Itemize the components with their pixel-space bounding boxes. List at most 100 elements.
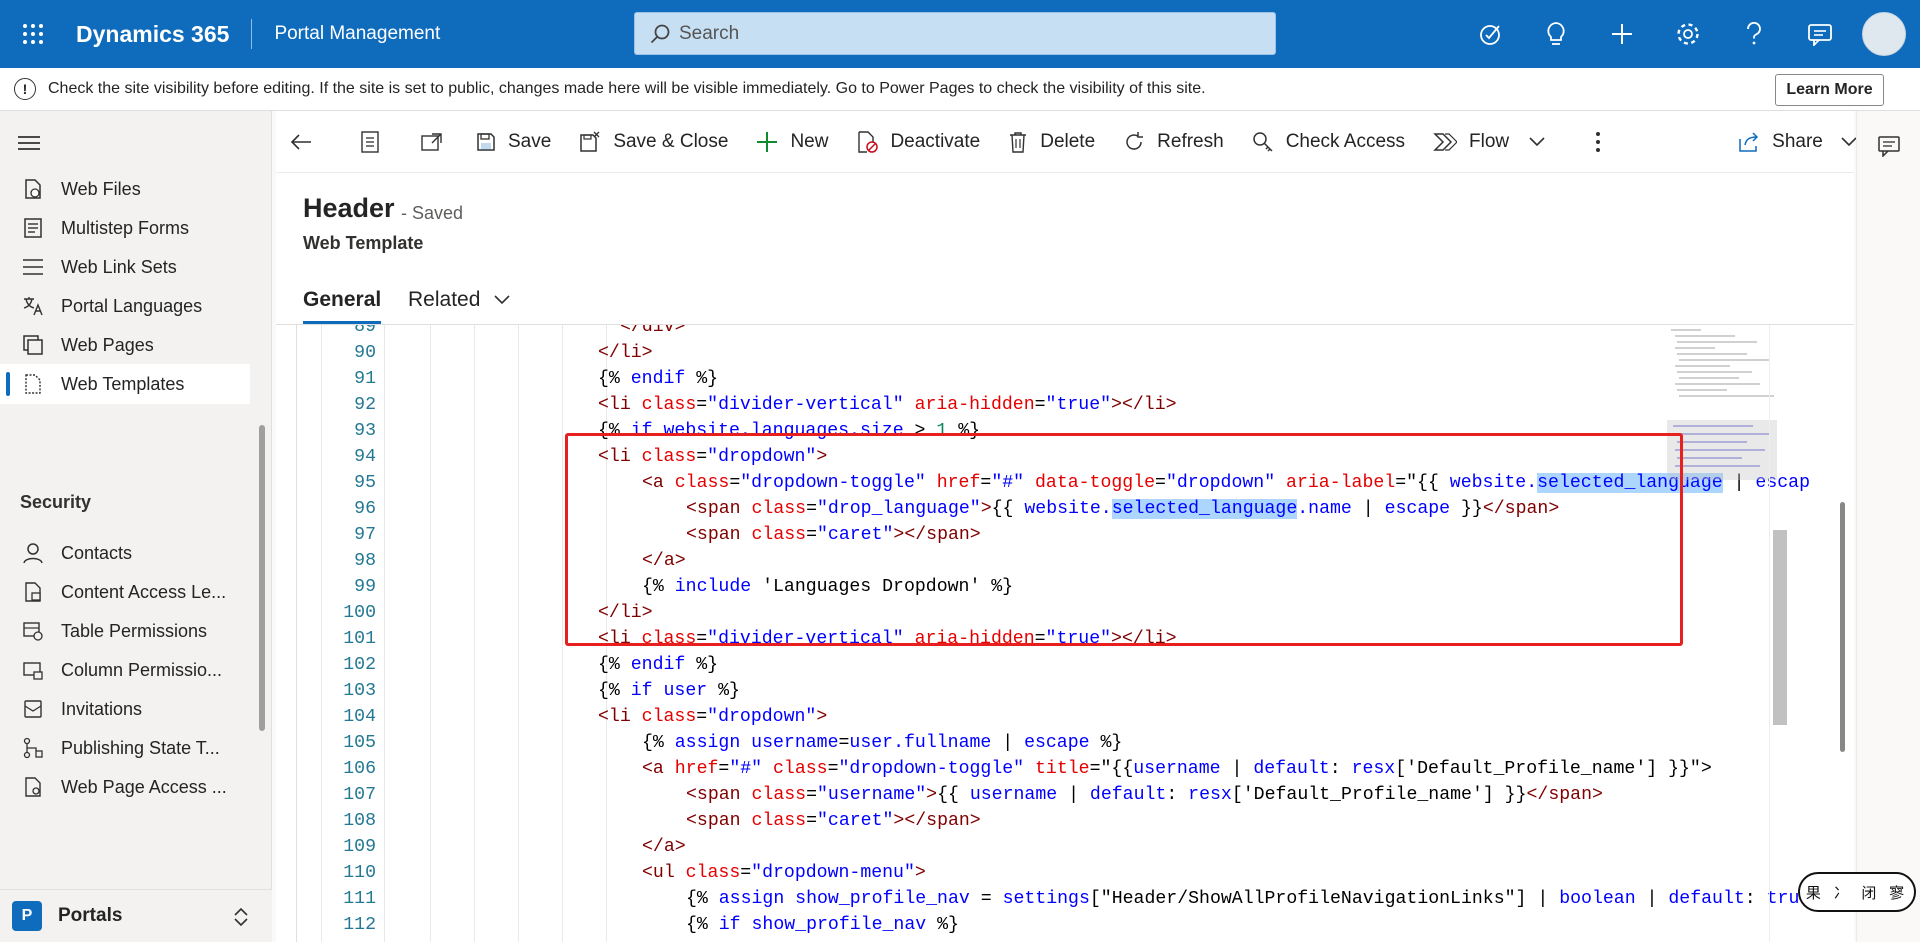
tab-related[interactable]: Related bbox=[408, 279, 510, 321]
task-check-icon[interactable] bbox=[1473, 16, 1509, 52]
save-close-icon bbox=[580, 131, 600, 152]
code-token: show_profile_nav bbox=[795, 889, 970, 909]
line-number: 105 bbox=[343, 733, 376, 753]
indent-guide bbox=[562, 325, 563, 942]
area-switcher[interactable]: P Portals bbox=[0, 889, 272, 942]
code-token: class bbox=[641, 395, 697, 415]
chevron-up-down-icon bbox=[232, 907, 250, 927]
deactivate-label: Deactivate bbox=[890, 130, 981, 152]
indent-guide bbox=[474, 325, 475, 942]
tab-general[interactable]: General bbox=[303, 279, 382, 324]
more-vertical-icon bbox=[1596, 131, 1601, 152]
check-access-button[interactable]: Check Access bbox=[1238, 111, 1419, 173]
code-token: "caret" bbox=[817, 811, 894, 831]
code-token: <li bbox=[598, 707, 642, 727]
sidebar-item-label: Portal Languages bbox=[61, 295, 203, 316]
refresh-button[interactable]: Refresh bbox=[1109, 111, 1238, 173]
sidebar-item-web-templates[interactable]: Web Templates bbox=[0, 364, 250, 404]
sidebar-item-label: Column Permissio... bbox=[61, 659, 223, 680]
code-token: > bbox=[926, 785, 938, 805]
open-new-window-button[interactable] bbox=[402, 111, 462, 173]
sidebar-item-table-permissions[interactable]: Table Permissions bbox=[0, 611, 250, 651]
save-and-close-button[interactable]: Save & Close bbox=[565, 111, 742, 173]
sidebar-scrollbar[interactable] bbox=[259, 425, 265, 731]
template-icon bbox=[21, 372, 45, 396]
plus-icon[interactable] bbox=[1604, 16, 1640, 52]
list-icon bbox=[21, 255, 45, 279]
sidebar-item-column-permissions[interactable]: Column Permissio... bbox=[0, 650, 250, 690]
code-token: class bbox=[685, 863, 741, 883]
sidebar-item-contacts[interactable]: Contacts bbox=[0, 533, 250, 573]
sidebar-item-content-access-levels[interactable]: Content Access Le... bbox=[0, 572, 250, 612]
settings-gear-icon[interactable] bbox=[1670, 16, 1706, 52]
code-token: ["Header/ShowAllProfileNavigationLinks"]… bbox=[1089, 889, 1560, 909]
line-number: 89 bbox=[354, 325, 376, 337]
site-visibility-notice: ! Check the site visibility before editi… bbox=[0, 68, 1920, 111]
deactivate-icon bbox=[858, 130, 879, 153]
save-close-label: Save & Close bbox=[613, 130, 729, 152]
feedback-chat-icon[interactable] bbox=[1802, 16, 1838, 52]
deactivate-button[interactable]: Deactivate bbox=[842, 111, 994, 173]
language-icon bbox=[21, 294, 45, 318]
line-number: 111 bbox=[343, 889, 376, 909]
code-token: {{ bbox=[937, 785, 970, 805]
check-access-label: Check Access bbox=[1285, 130, 1406, 152]
code-token: if bbox=[630, 681, 653, 701]
delete-button[interactable]: Delete bbox=[994, 111, 1109, 173]
code-token: | bbox=[1220, 759, 1254, 779]
line-number: 101 bbox=[343, 629, 376, 649]
chat-icon[interactable] bbox=[1877, 135, 1901, 157]
sidebar-item-multistep-forms[interactable]: Multistep Forms bbox=[0, 208, 250, 248]
sidebar-item-web-files[interactable]: Web Files bbox=[0, 169, 250, 209]
area-name[interactable]: Portal Management bbox=[274, 23, 440, 45]
share-button[interactable]: Share bbox=[1724, 111, 1871, 173]
sidebar-item-portal-languages[interactable]: Portal Languages bbox=[0, 286, 250, 326]
code-token: boolean bbox=[1559, 889, 1636, 909]
search-box[interactable]: Search bbox=[634, 12, 1276, 55]
editor-vertical-scrollbar[interactable] bbox=[1769, 325, 1789, 942]
code-token: = bbox=[696, 707, 708, 727]
code-token: class bbox=[751, 785, 807, 805]
plus-icon bbox=[757, 131, 778, 152]
info-icon: ! bbox=[14, 78, 36, 100]
search-icon bbox=[649, 23, 671, 45]
sidebar-item-web-link-sets[interactable]: Web Link Sets bbox=[0, 247, 250, 287]
user-avatar[interactable] bbox=[1862, 12, 1906, 56]
lightbulb-icon[interactable] bbox=[1538, 16, 1574, 52]
sidebar-item-web-page-access-control[interactable]: Web Page Access ... bbox=[0, 767, 250, 807]
code-token: class bbox=[751, 811, 807, 831]
sidebar-item-label: Contacts bbox=[61, 542, 133, 563]
code-token: </a> bbox=[642, 837, 686, 857]
save-button[interactable]: Save bbox=[462, 111, 565, 173]
content-access-icon bbox=[21, 580, 45, 604]
hamburger-menu-icon[interactable] bbox=[18, 135, 40, 151]
flow-button[interactable]: Flow bbox=[1419, 111, 1559, 173]
indent-guide bbox=[430, 325, 431, 942]
new-button[interactable]: New bbox=[742, 111, 842, 173]
sidebar-item-web-pages[interactable]: Web Pages bbox=[0, 325, 250, 365]
page-access-icon bbox=[21, 775, 45, 799]
sidebar-item-invitations[interactable]: Invitations bbox=[0, 689, 250, 729]
code-line: {% if user %} bbox=[598, 678, 740, 704]
code-token: = bbox=[1089, 759, 1101, 779]
record-set-button[interactable] bbox=[338, 111, 402, 173]
back-button[interactable] bbox=[276, 111, 338, 173]
code-token: : bbox=[1744, 889, 1767, 909]
code-token: "dropdown-menu" bbox=[751, 863, 915, 883]
code-token: href bbox=[674, 759, 719, 779]
code-token: = bbox=[969, 889, 1003, 909]
help-icon[interactable] bbox=[1736, 16, 1772, 52]
app-launcher-icon[interactable] bbox=[0, 0, 66, 68]
sidebar-item-publishing-state-transitions[interactable]: Publishing State T... bbox=[0, 728, 250, 768]
code-minimap[interactable] bbox=[1667, 325, 1777, 525]
command-bar: Save Save & Close New Deactivate Delete … bbox=[276, 111, 1857, 173]
editor-scroll-thumb[interactable] bbox=[1773, 530, 1787, 725]
code-token: = bbox=[806, 811, 817, 831]
app-name[interactable]: Dynamics 365 bbox=[76, 21, 229, 48]
learn-more-button[interactable]: Learn More bbox=[1775, 74, 1884, 106]
code-line: <li class="dropdown"> bbox=[598, 704, 827, 730]
line-number: 90 bbox=[354, 343, 376, 363]
more-commands-button[interactable] bbox=[1559, 111, 1621, 173]
page-scrollbar[interactable] bbox=[1840, 502, 1845, 752]
